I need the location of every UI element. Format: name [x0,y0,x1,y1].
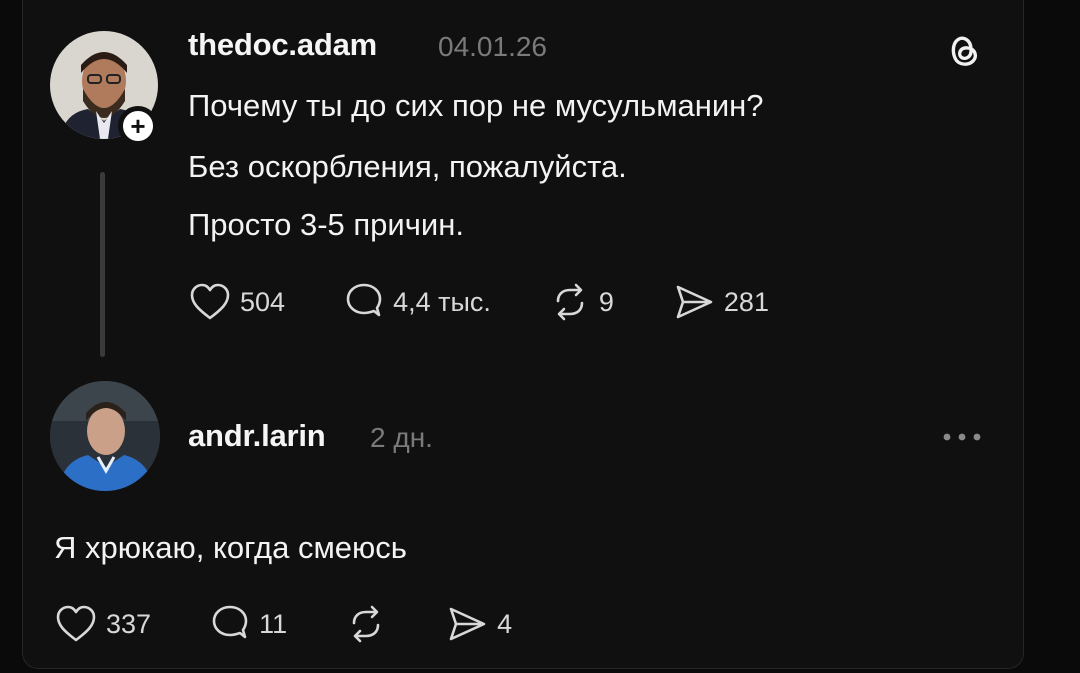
reply-comment-count: 11 [259,608,288,639]
reply-text: Я хрюкаю, когда смеюсь [54,530,407,565]
comment-bubble-icon [346,283,382,317]
like-button[interactable]: 504 [188,282,285,322]
heart-icon [56,605,96,642]
reply-like-count: 337 [106,608,152,639]
author-username[interactable]: thedoc.adam [188,27,377,63]
thread-connector-line [100,172,105,357]
post-text-line-2: Без оскорбления, пожалуйста. [188,149,627,184]
reply-author-avatar[interactable] [50,381,160,491]
share-button[interactable]: 281 [672,282,769,322]
reply-like-button[interactable]: 337 [54,604,151,644]
repost-arrows-icon [556,283,584,321]
reply-share-count: 4 [497,608,513,639]
comment-button[interactable]: 4,4 тыс. [343,282,491,322]
repost-arrows-icon [352,605,380,643]
post-text-line-1: Почему ты до сих пор не мусульманин? [188,88,764,123]
reply-actions-bar: 337 11 4 [54,604,512,644]
more-dots-icon[interactable] [940,432,984,442]
share-count: 281 [723,286,769,317]
comment-bubble-icon [212,605,248,639]
heart-icon [190,283,230,320]
send-icon [676,285,713,319]
reply-timestamp: 2 дн. [370,422,433,453]
comment-count: 4,4 тыс. [393,286,491,317]
repost-button[interactable]: 9 [549,282,614,322]
like-count: 504 [240,286,286,317]
repost-count: 9 [598,286,614,317]
reply-repost-button[interactable] [345,604,387,644]
reply-author-username[interactable]: andr.larin [188,418,326,454]
follow-plus-button[interactable]: + [118,106,158,146]
post-actions-bar: 504 4,4 тыс. 9 281 [188,282,769,322]
post-timestamp: 04.01.26 [438,31,547,62]
post-text-line-3: Просто 3-5 причин. [188,207,464,242]
send-icon [449,607,486,641]
reply-share-button[interactable]: 4 [445,604,512,644]
threads-logo-icon[interactable] [942,29,984,71]
reply-comment-button[interactable]: 11 [209,604,287,644]
